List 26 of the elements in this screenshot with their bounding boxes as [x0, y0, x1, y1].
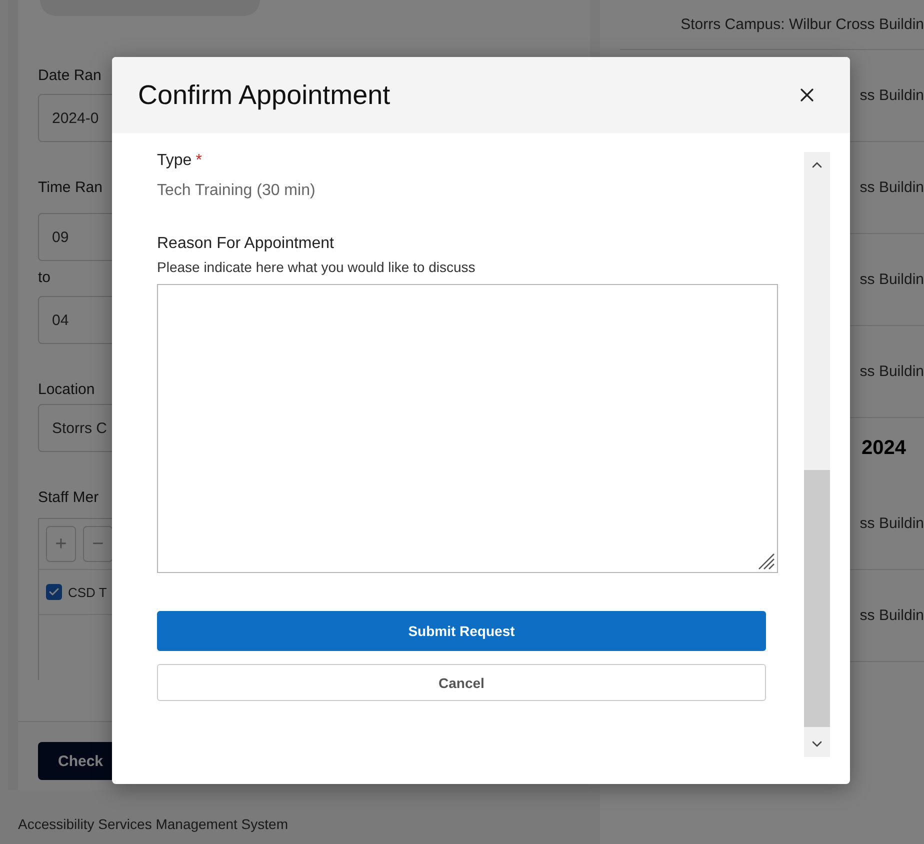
check-icon	[48, 586, 60, 598]
field-label: Reason For Appointment	[157, 235, 335, 253]
cancel-button[interactable]: Cancel	[157, 664, 766, 701]
scrollbar-thumb[interactable]	[804, 470, 830, 727]
dialog-title: Confirm Appointment	[138, 80, 390, 110]
location-text: Storrs Campus: Wilbur Cross Buildin	[680, 16, 924, 33]
location-text: ss Buildin	[860, 87, 924, 104]
date-heading: 2024	[860, 436, 907, 460]
staff-name: CSD T	[68, 584, 107, 600]
location-text: ss Buildin	[860, 179, 924, 196]
location-text: ss Buildin	[860, 363, 924, 380]
field-label: Location	[38, 381, 95, 398]
location-text: ss Buildin	[860, 271, 924, 288]
field-label: Type *	[157, 152, 203, 170]
field-label: Date Ran	[38, 67, 102, 84]
field-value: Tech Training (30 min)	[157, 182, 316, 200]
checkbox[interactable]	[46, 584, 62, 600]
field-label: Time Ran	[38, 179, 102, 196]
field-label: to	[38, 269, 51, 286]
location-text: ss Buildin	[860, 515, 924, 532]
field-label: Staff Mer	[38, 489, 99, 506]
location-text: ss Buildin	[860, 607, 924, 624]
submit-button[interactable]: Submit Request	[157, 611, 766, 651]
field-hint: Please indicate here what you would like to discuss	[157, 259, 476, 275]
footer-text: Accessibility Services Management System	[18, 816, 289, 832]
scrollbar[interactable]	[804, 152, 830, 757]
